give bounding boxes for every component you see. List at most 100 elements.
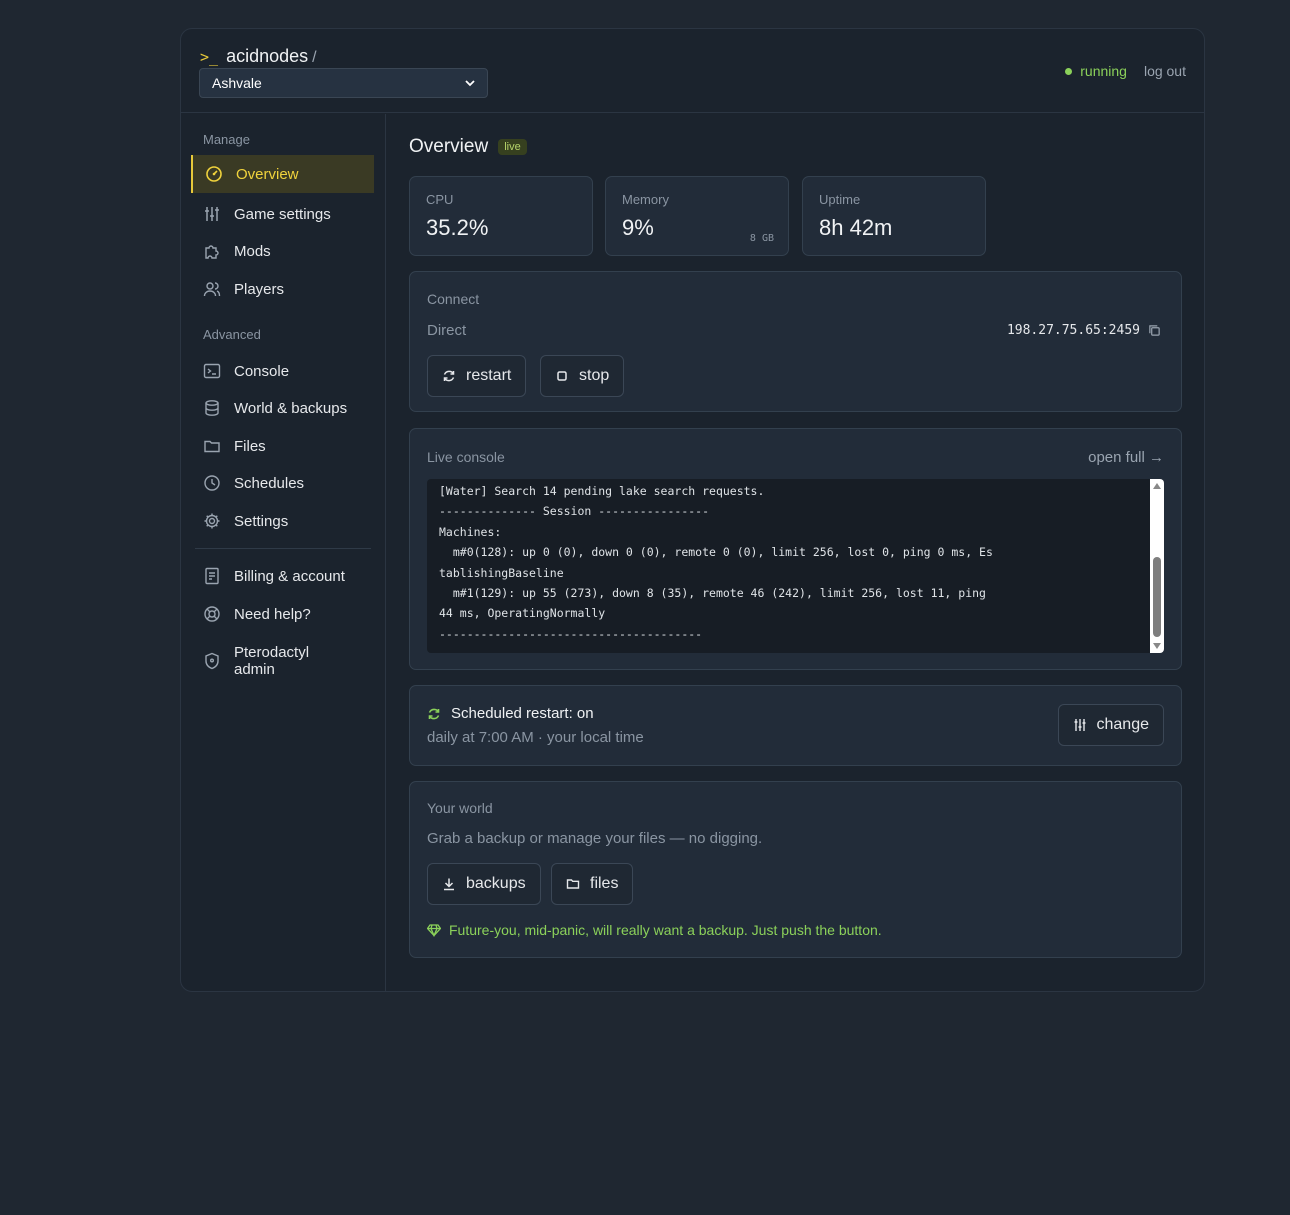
- stat-value: 8h 42m: [819, 215, 893, 240]
- stop-label: stop: [579, 367, 610, 384]
- shield-icon: [205, 652, 219, 670]
- files-label: files: [590, 875, 619, 892]
- stat-label: Uptime: [819, 192, 861, 207]
- your-world-header: Your world: [427, 800, 493, 816]
- sidebar-item-label: Billing & account: [234, 567, 345, 585]
- scroll-up-icon[interactable]: [1153, 483, 1161, 489]
- puzzle-icon: [205, 245, 219, 259]
- sidebar-item-label: Mods: [234, 242, 271, 260]
- world-tip: Future-you, mid-panic, will really want …: [427, 922, 882, 938]
- sidebar-item-label: Settings: [234, 512, 289, 530]
- brand: >_ acidnodes /: [200, 46, 317, 67]
- sidebar-item-game-settings[interactable]: Game settings: [191, 195, 374, 233]
- top-bar: >_ acidnodes / Ashvale running log out: [181, 29, 1204, 113]
- sidebar-item-need-help[interactable]: Need help?: [191, 595, 374, 633]
- sidebar-item-settings[interactable]: Settings: [191, 502, 374, 540]
- gauge-icon: [206, 166, 222, 182]
- sidebar-item-billing[interactable]: Billing & account: [191, 557, 374, 595]
- sidebar-item-overview[interactable]: Overview: [191, 155, 374, 193]
- your-world-card: Your world Grab a backup or manage your …: [409, 781, 1182, 958]
- sidebar-divider: [195, 548, 371, 549]
- console-text: [Water] Search 14 pending lake search re…: [439, 484, 993, 641]
- live-badge: live: [498, 139, 527, 155]
- sidebar-item-label: Pterodactyl admin: [234, 643, 310, 678]
- status-running: running: [1080, 63, 1127, 79]
- brand-separator: /: [312, 49, 317, 66]
- world-description: Grab a backup or manage your files — no …: [427, 830, 763, 847]
- gear-icon: [204, 513, 220, 529]
- brand-name[interactable]: acidnodes: [226, 46, 308, 67]
- restart-label: restart: [466, 367, 512, 384]
- sidebar-item-world-backups[interactable]: World & backups: [191, 389, 374, 427]
- sidebar-item-label: Players: [234, 280, 285, 298]
- folder-icon: [204, 440, 220, 453]
- sidebar-item-console[interactable]: Console: [191, 352, 374, 390]
- restart-button[interactable]: restart: [427, 355, 527, 397]
- console-output[interactable]: [Water] Search 14 pending lake search re…: [427, 479, 1164, 653]
- sidebar-item-label: Files: [234, 437, 266, 455]
- address-row: 198.27.75.65:2459: [1007, 323, 1161, 338]
- schedule-title: Scheduled restart: on: [451, 705, 594, 722]
- terminal-prompt-icon: >_: [200, 48, 219, 66]
- stat-value: 9%: [622, 215, 654, 240]
- connect-header: Connect: [427, 291, 480, 307]
- folder-icon: [566, 879, 580, 889]
- sidebar-item-mods[interactable]: Mods: [191, 232, 374, 270]
- sidebar-item-label: Game settings: [234, 205, 331, 223]
- status-dot-icon: [1065, 67, 1073, 75]
- refresh-icon: [428, 708, 440, 719]
- gem-icon: [427, 924, 441, 937]
- app-window: >_ acidnodes / Ashvale running log out M…: [180, 28, 1205, 992]
- sliders-icon: [1074, 719, 1085, 731]
- sidebar-item-label: Overview: [236, 165, 299, 183]
- sidebar-item-files[interactable]: Files: [191, 427, 374, 465]
- sidebar: Manage Overview Game settings Mods Playe…: [181, 114, 386, 991]
- scheduled-restart-card: Scheduled restart: on daily at 7:00 AM ·…: [409, 685, 1182, 766]
- stat-label: CPU: [426, 192, 454, 207]
- live-console-card: Live console open full → [Water] Search …: [409, 428, 1182, 670]
- clock-icon: [204, 475, 220, 491]
- console-scrollbar[interactable]: [1150, 479, 1164, 653]
- sidebar-item-players[interactable]: Players: [191, 270, 374, 308]
- stop-button[interactable]: stop: [540, 355, 625, 397]
- files-button[interactable]: files: [551, 863, 634, 905]
- stat-label: Memory: [622, 192, 669, 207]
- download-icon: [444, 878, 454, 891]
- users-icon: [203, 282, 221, 297]
- world-tip-text: Future-you, mid-panic, will really want …: [449, 922, 882, 938]
- direct-label: Direct: [427, 322, 467, 339]
- backups-button[interactable]: backups: [427, 863, 541, 905]
- server-select-value: Ashvale: [212, 75, 262, 91]
- stop-icon: [557, 371, 567, 381]
- stat-card-cpu: CPU 35.2%: [409, 176, 593, 256]
- sidebar-item-label: Schedules: [234, 474, 305, 492]
- schedule-title-row: Scheduled restart: on: [427, 705, 594, 722]
- copy-icon[interactable]: [1148, 324, 1161, 337]
- sliders-icon: [205, 207, 219, 221]
- scroll-thumb[interactable]: [1153, 557, 1161, 637]
- sidebar-item-label: Need help?: [234, 605, 311, 623]
- schedule-detail: daily at 7:00 AM · your local time: [427, 729, 644, 746]
- server-address[interactable]: 198.27.75.65:2459: [1007, 323, 1140, 338]
- connect-card: Connect Direct 198.27.75.65:2459 restart…: [409, 271, 1182, 412]
- scroll-down-icon[interactable]: [1153, 643, 1161, 649]
- change-button[interactable]: change: [1057, 704, 1164, 746]
- refresh-icon: [443, 370, 455, 382]
- sidebar-item-pterodactyl-admin[interactable]: Pterodactyl admin: [191, 639, 374, 683]
- sidebar-item-label: World & backups: [234, 399, 348, 417]
- page-title: Overview: [409, 136, 489, 157]
- change-label: change: [1096, 716, 1150, 733]
- status-area: running log out: [1065, 63, 1186, 79]
- overview-title-row: Overview live: [409, 136, 527, 158]
- server-select[interactable]: Ashvale: [199, 68, 488, 98]
- open-full-link[interactable]: open full →: [1088, 449, 1164, 466]
- live-console-header: Live console: [427, 449, 505, 465]
- lifebuoy-icon: [204, 606, 220, 622]
- stat-value: 35.2%: [426, 215, 489, 240]
- sidebar-item-schedules[interactable]: Schedules: [191, 464, 374, 502]
- backups-label: backups: [466, 875, 526, 892]
- terminal-icon: [203, 363, 221, 379]
- stat-sub: 8 GB: [749, 233, 774, 244]
- chevron-down-icon: [465, 80, 475, 87]
- logout-link[interactable]: log out: [1144, 63, 1186, 79]
